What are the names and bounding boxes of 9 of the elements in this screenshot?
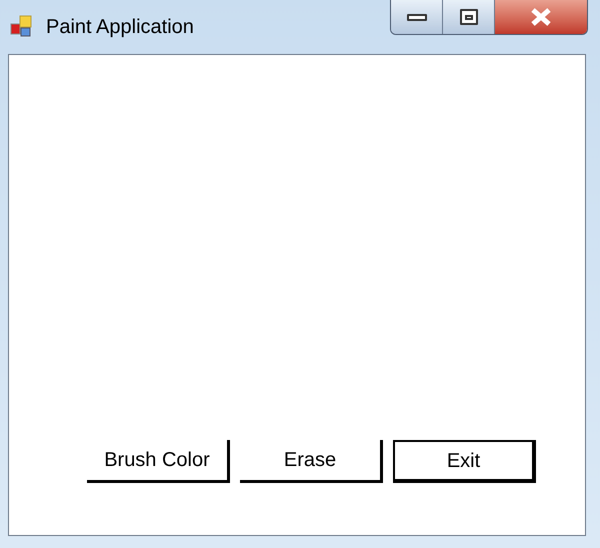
close-button[interactable] [495, 0, 587, 34]
minimize-button[interactable] [391, 0, 443, 34]
window-title: Paint Application [46, 15, 194, 40]
app-icon [10, 15, 34, 39]
form-button[interactable]: Brush Color [87, 440, 230, 483]
close-icon [530, 8, 552, 26]
maximize-button[interactable] [443, 0, 495, 34]
form-button[interactable]: Exit [393, 440, 536, 483]
form-button[interactable]: Erase [240, 440, 383, 483]
